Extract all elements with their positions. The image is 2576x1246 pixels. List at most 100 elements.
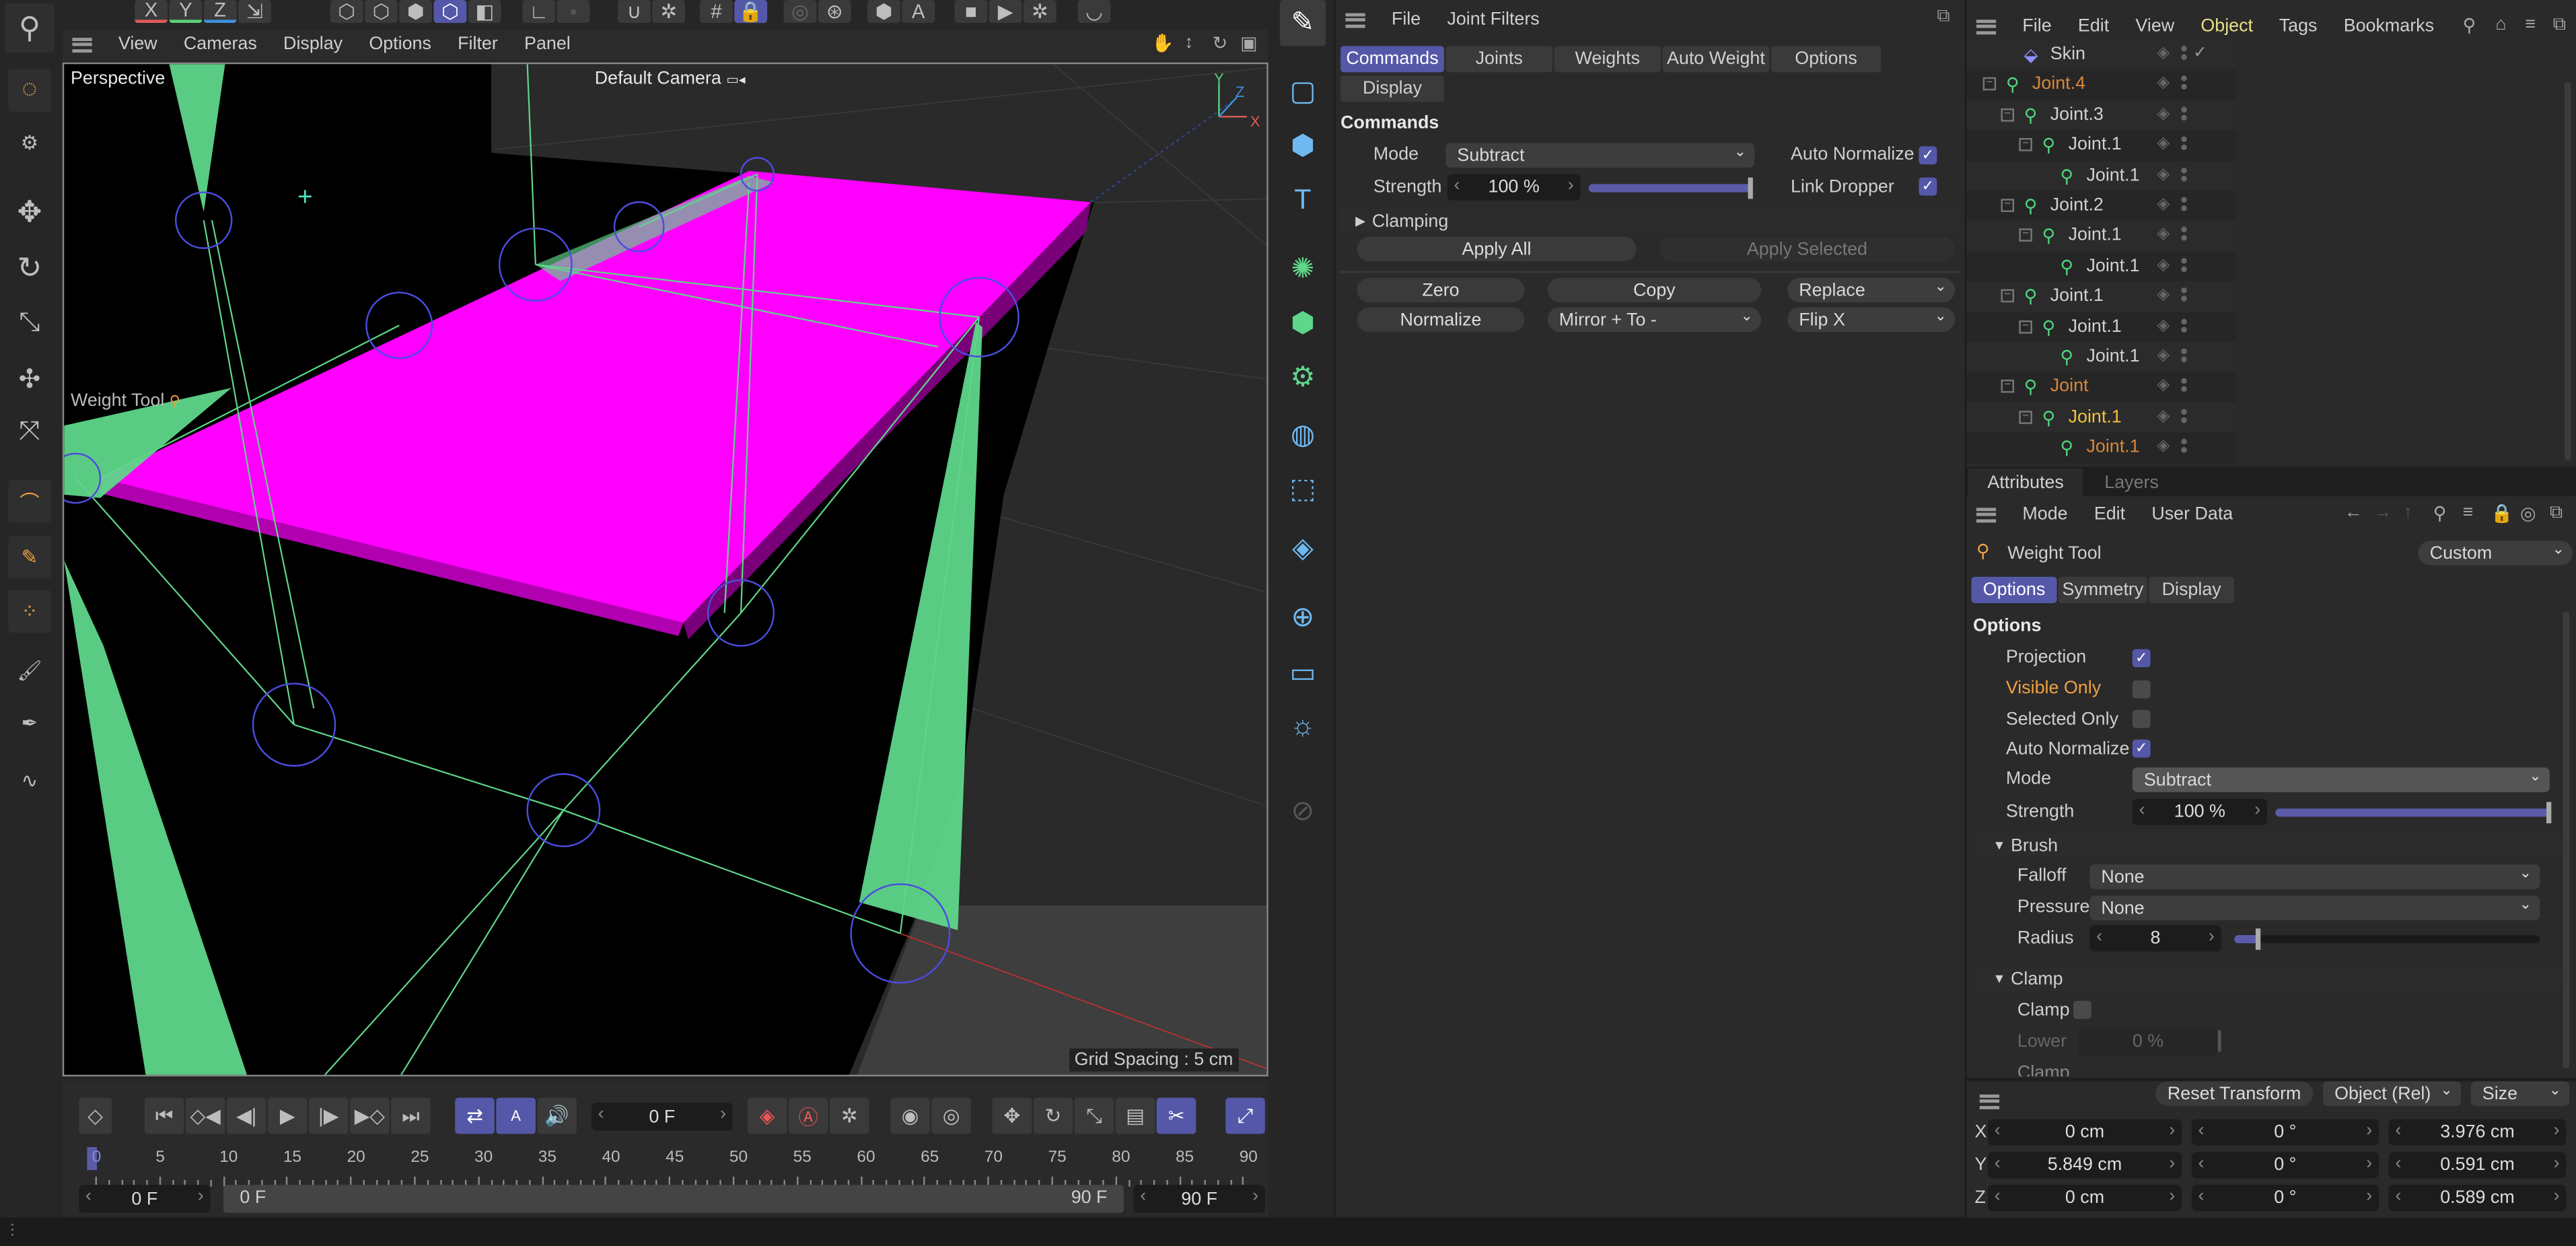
size-field[interactable]: ‹ 3.976 cm › <box>2388 1119 2567 1146</box>
selected-only-checkbox[interactable] <box>2132 709 2151 728</box>
render-region-icon[interactable]: ◎ <box>783 0 817 24</box>
maximize-icon[interactable]: ▣ <box>1240 33 1257 54</box>
camera-name[interactable]: Default Camera ▭◂ <box>595 69 746 89</box>
mode-dropdown[interactable]: Subtract ⌄ <box>2132 767 2550 792</box>
decrement-icon[interactable]: ‹ <box>1995 1154 2001 1173</box>
object-name[interactable]: Joint.3 <box>2050 105 2104 125</box>
render-queue-icon[interactable]: ■ <box>954 0 988 24</box>
undock-icon[interactable]: ⧉ <box>1937 7 1949 28</box>
lock-icon[interactable]: 🔒 <box>2491 503 2513 524</box>
tree-row[interactable]: − ⚲ Joint.1 ◈ ● ● <box>1966 402 2236 433</box>
decrement-icon[interactable]: ‹ <box>1995 1187 2001 1206</box>
go-to-start-icon[interactable]: ⏮ <box>144 1097 184 1134</box>
next-frame-icon[interactable]: |▶ <box>308 1097 349 1134</box>
enabled-check-icon[interactable]: ✓ <box>2193 44 2207 63</box>
brush-section[interactable]: ▼ Brush <box>1976 833 2561 858</box>
menu-file[interactable]: File <box>2022 16 2051 36</box>
previous-frame-icon[interactable]: ◀| <box>226 1097 266 1134</box>
gear-icon[interactable]: ⚙ <box>1279 355 1326 401</box>
layer-icon[interactable]: ◈ <box>2157 44 2170 63</box>
size-mode-dropdown[interactable]: Size ⌄ <box>2470 1081 2570 1106</box>
subtab-display[interactable]: Display <box>2149 576 2235 603</box>
texture-icon[interactable]: ▪ <box>557 0 590 24</box>
tree-row[interactable]: − ⚲ Joint ◈ ● ● <box>1966 372 2236 403</box>
lock-workplane-icon[interactable]: 🔒 <box>734 0 768 24</box>
object-name[interactable]: Joint.1 <box>2086 347 2139 366</box>
coordinate-y-icon[interactable]: Y <box>169 0 203 24</box>
tab-layers[interactable]: Layers <box>2104 473 2159 493</box>
coordinate-x-icon[interactable]: X <box>135 0 168 24</box>
increment-icon[interactable]: › <box>2366 1121 2372 1140</box>
object-name[interactable]: Joint.1 <box>2086 166 2139 185</box>
param-key-icon[interactable]: ▤ <box>1115 1097 1155 1134</box>
rot-field[interactable]: ‹ 0 ° › <box>2191 1119 2380 1146</box>
view-name[interactable]: Perspective <box>71 69 165 89</box>
home-icon[interactable]: ⌂ <box>2495 15 2506 34</box>
generator-icon[interactable]: ✺ <box>1279 246 1326 293</box>
axis-icon[interactable]: ∟ <box>522 0 556 24</box>
hamburger-icon[interactable] <box>72 37 92 53</box>
increment-icon[interactable]: › <box>2169 1187 2175 1206</box>
pan-icon[interactable]: ✋ <box>1151 33 1174 54</box>
collapse-icon[interactable]: − <box>2001 108 2015 122</box>
strength-slider[interactable] <box>1588 177 1753 199</box>
record-icon[interactable]: ◈ <box>747 1097 787 1134</box>
visibility-dots-icon[interactable]: ● ● <box>2180 435 2188 456</box>
layer-icon[interactable]: ◈ <box>2157 407 2170 425</box>
zero-button[interactable]: Zero <box>1357 277 1525 303</box>
layer-icon[interactable]: ◈ <box>2157 316 2170 335</box>
tree-row[interactable]: − ⚲ Joint.1 ◈ ● ● <box>1966 281 2236 312</box>
visibility-dots-icon[interactable]: ● ● <box>2180 405 2188 426</box>
collapse-icon[interactable]: − <box>2019 138 2032 152</box>
snap-settings-icon[interactable]: ✲ <box>652 0 686 24</box>
filter-icon[interactable]: ≡ <box>2525 15 2536 34</box>
collapse-icon[interactable]: − <box>2019 410 2032 424</box>
object-name[interactable]: Skin <box>2050 44 2085 64</box>
tab-display[interactable]: Display <box>1340 75 1444 102</box>
decrement-icon[interactable]: ‹ <box>2198 1187 2204 1206</box>
array-icon[interactable]: ⬢ <box>1279 300 1326 347</box>
visibility-dots-icon[interactable]: ● ● <box>2180 254 2188 275</box>
globe-icon[interactable]: ⊕ <box>1279 594 1326 642</box>
search-icon[interactable]: ⚲ <box>2463 15 2476 36</box>
visibility-dots-icon[interactable]: ● ● <box>2180 102 2188 124</box>
scale-icon[interactable]: ⤡ <box>8 302 51 345</box>
mograph-icon[interactable]: ◈ <box>1279 526 1326 572</box>
menu-options[interactable]: Options <box>369 34 431 54</box>
tab-joints[interactable]: Joints <box>1445 46 1553 73</box>
select-options-icon[interactable]: ⚙ <box>8 121 51 165</box>
motion-icon[interactable]: ◉ <box>890 1097 930 1134</box>
menu-panel[interactable]: Panel <box>524 34 571 54</box>
object-name[interactable]: Joint.1 <box>2069 135 2122 155</box>
brush-icon[interactable]: 🖌 <box>8 649 51 692</box>
tab-auto-weight[interactable]: Auto Weight <box>1662 46 1770 73</box>
tab-commands[interactable]: Commands <box>1340 46 1444 73</box>
polygons-mode-icon[interactable]: ⬢ <box>399 0 433 24</box>
tree-row[interactable]: − ⚲ Joint.3 ◈ ● ● <box>1966 100 2236 131</box>
reset-transform-button[interactable]: Reset Transform <box>2155 1081 2314 1106</box>
render-picture-viewer-icon[interactable]: ▶ <box>989 0 1022 24</box>
visibility-dots-icon[interactable]: ● ● <box>2180 133 2188 154</box>
falloff-dropdown[interactable]: None ⌄ <box>2089 864 2540 889</box>
layer-icon[interactable]: ◈ <box>2157 347 2170 365</box>
layer-icon[interactable]: ◈ <box>2157 377 2170 395</box>
move-icon[interactable]: ✥ <box>8 191 51 234</box>
collapse-icon[interactable]: − <box>2001 380 2015 394</box>
clamp-checkbox[interactable] <box>2073 1000 2091 1019</box>
pla-key-icon[interactable]: ✂ <box>1156 1097 1196 1134</box>
layer-icon[interactable]: ◈ <box>2157 438 2170 456</box>
weight-tool-icon[interactable]: ✎ <box>8 535 51 579</box>
visibility-dots-icon[interactable]: ● ● <box>2180 42 2188 63</box>
layer-icon[interactable]: ◈ <box>2157 286 2170 304</box>
decrement-icon[interactable]: ‹ <box>2395 1121 2401 1140</box>
size-field[interactable]: ‹ 0.589 cm › <box>2388 1185 2567 1212</box>
rotate-icon[interactable]: ↻ <box>8 246 51 289</box>
play-icon[interactable]: ▶ <box>267 1097 308 1134</box>
visibility-dots-icon[interactable]: ● ● <box>2180 374 2188 396</box>
sound-icon[interactable]: 🔊 <box>537 1097 577 1134</box>
back-icon[interactable]: ← <box>2345 503 2363 522</box>
tree-row[interactable]: ⚲ Joint.1 ◈ ● ● <box>1966 251 2236 281</box>
decrement-icon[interactable]: ‹ <box>2395 1154 2401 1173</box>
keyframe-selection-icon[interactable]: ◎ <box>931 1097 971 1134</box>
layer-icon[interactable]: ◈ <box>2157 135 2170 153</box>
